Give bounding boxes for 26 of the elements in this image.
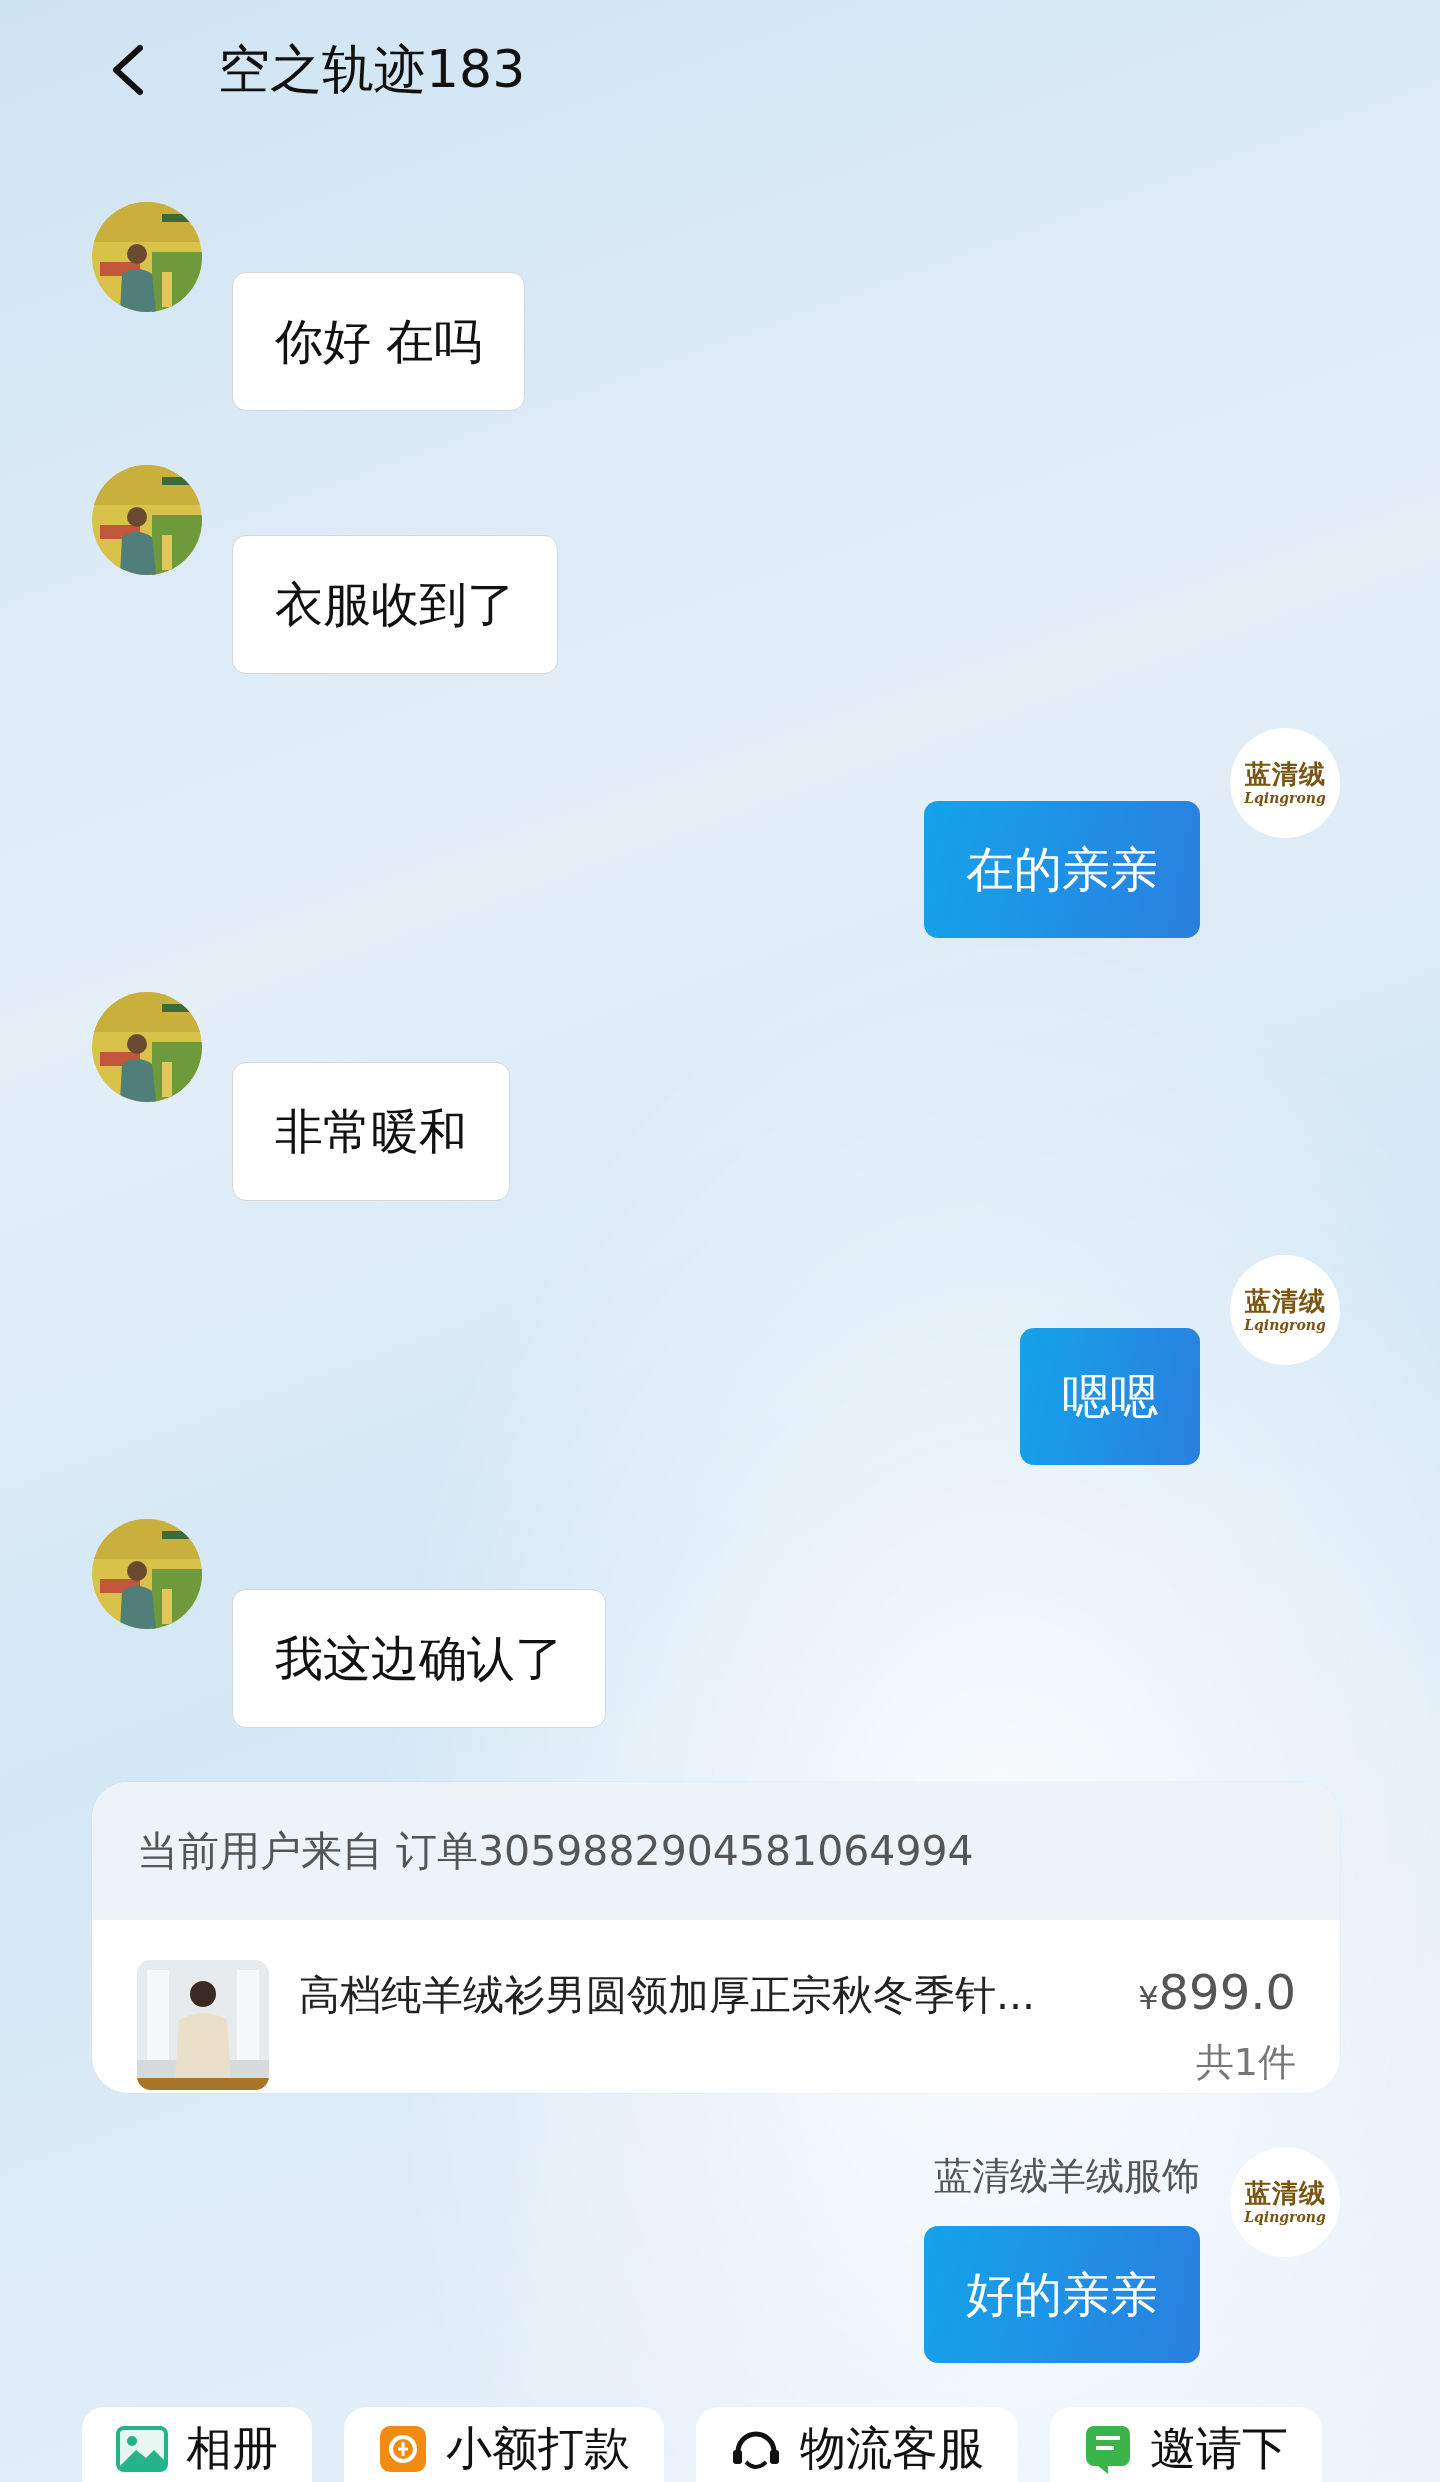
product-title: 高档纯羊绒衫男圆领加厚正宗秋冬季针... xyxy=(299,1970,1036,2021)
message-bubble: 好的亲亲 xyxy=(924,2226,1200,2363)
chat-title: 空之轨迹183 xyxy=(218,38,526,101)
quick-action-button[interactable]: 相册 xyxy=(82,2407,312,2482)
image-icon xyxy=(116,2426,168,2472)
logo-name: 蓝清绒 xyxy=(1244,759,1326,789)
order-source: 当前用户来自 订单3059882904581064994 xyxy=(137,1825,974,1877)
message-bubble: 在的亲亲 xyxy=(924,801,1200,938)
logo-latin: Lqingrong xyxy=(1244,2208,1326,2226)
logo-latin: Lqingrong xyxy=(1244,789,1326,807)
logo-name: 蓝清绒 xyxy=(1244,2178,1326,2208)
logo-latin: Lqingrong xyxy=(1244,1316,1326,1334)
logo-name: 蓝清绒 xyxy=(1244,1286,1326,1316)
message-bubble: 我这边确认了 xyxy=(232,1589,606,1728)
order-card[interactable]: 当前用户来自 订单3059882904581064994 高档纯羊绒衫男圆领加厚正宗秋冬季针... ¥899.0 共1件 xyxy=(92,1782,1340,2093)
sender-name: 蓝清绒羊绒服饰 xyxy=(934,2153,1200,2200)
message-bubble: 你好 在吗 xyxy=(232,272,526,411)
message-bubble: 嗯嗯 xyxy=(1020,1328,1200,1465)
item-count: 共1件 xyxy=(1195,2039,1296,2086)
product-price: ¥899.0 xyxy=(1138,1964,1296,2020)
message-bubble: 非常暖和 xyxy=(232,1062,510,1201)
quick-action-button[interactable]: 邀请下 xyxy=(1050,2407,1322,2482)
coin-icon xyxy=(378,2424,428,2474)
quick-action-button[interactable]: 小额打款 xyxy=(344,2407,664,2482)
message-bubble: 衣服收到了 xyxy=(232,535,558,674)
quick-action-button[interactable]: 物流客服 xyxy=(696,2407,1018,2482)
